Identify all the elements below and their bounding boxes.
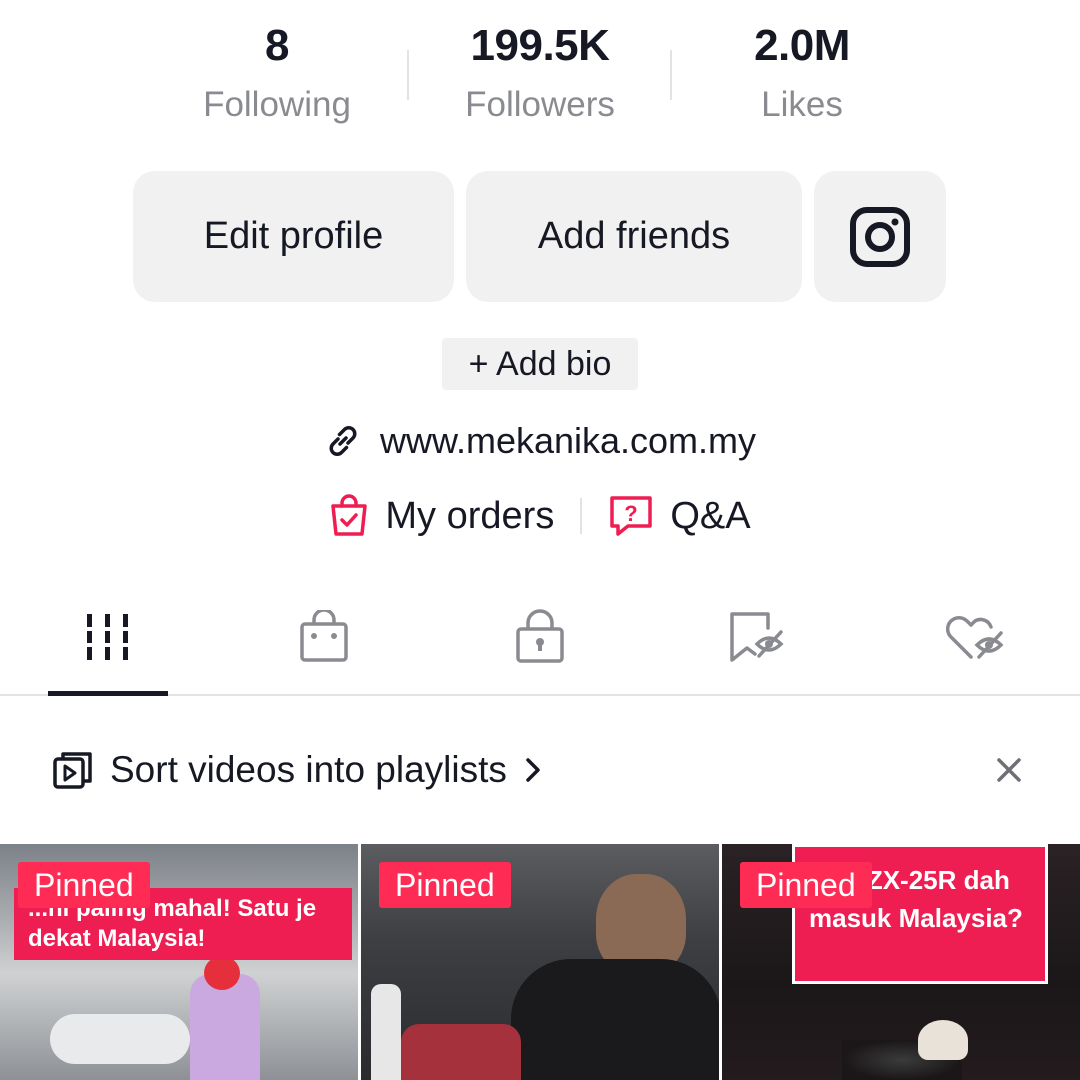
add-friends-label: Add friends: [537, 215, 731, 257]
pinned-badge: Pinned: [740, 862, 872, 908]
shopping-bag-check-icon: [331, 494, 368, 536]
car-shape: [50, 1014, 190, 1064]
stat-likes[interactable]: 2.0M Likes: [672, 18, 932, 130]
person-shape: [371, 984, 401, 1080]
following-label: Following: [203, 85, 351, 124]
car-shape: [401, 1024, 521, 1080]
shortcuts-row: My orders ? Q&A: [0, 486, 1080, 546]
shortcut-divider: [580, 498, 583, 534]
link-url: www.mekanika.com.my: [379, 420, 757, 461]
sort-playlists-link[interactable]: Sort videos into playlists: [52, 743, 543, 797]
shopping-bag-icon: [300, 610, 348, 662]
link-icon: [329, 426, 357, 456]
video-thumbnail[interactable]: Pinned: [361, 844, 719, 1080]
add-friends-button[interactable]: Add friends: [466, 171, 802, 302]
add-bio-button[interactable]: + Add bio: [442, 338, 638, 390]
stat-followers[interactable]: 199.5K Followers: [410, 18, 670, 130]
my-orders-link[interactable]: My orders: [329, 494, 554, 538]
profile-tabs: [0, 580, 1080, 696]
instagram-button[interactable]: [814, 171, 946, 302]
grid-icon: [87, 614, 128, 660]
stat-following[interactable]: 8 Following: [147, 18, 407, 130]
video-grid: Pinned ...ni paling mahal! Satu je dekat…: [0, 844, 1080, 1080]
close-icon[interactable]: [990, 751, 1028, 789]
video-thumbnail[interactable]: Pinned ...ni paling mahal! Satu je dekat…: [0, 844, 358, 1080]
qa-link[interactable]: ? Q&A: [608, 494, 751, 538]
person-head-shape: [918, 1020, 968, 1060]
add-bio-label: + Add bio: [468, 344, 612, 383]
tab-reposts[interactable]: [697, 580, 817, 694]
pinned-badge: Pinned: [379, 862, 511, 908]
lock-icon: [516, 609, 564, 663]
following-count: 8: [265, 21, 289, 70]
person-body-shape: [511, 959, 719, 1080]
playlist-banner: Sort videos into playlists: [0, 735, 1080, 805]
video-thumbnail[interactable]: saki ZX-25R dah masuk Malaysia? Pinned: [722, 844, 1080, 1080]
tab-videos[interactable]: [48, 580, 168, 694]
tab-liked[interactable]: [914, 580, 1034, 694]
bookmark-hidden-icon: [730, 612, 784, 662]
followers-count: 199.5K: [470, 21, 610, 70]
profile-link[interactable]: www.mekanika.com.my: [0, 412, 1080, 470]
svg-text:?: ?: [625, 501, 638, 526]
person-shape: [190, 974, 260, 1080]
chevron-right-icon: [526, 758, 540, 782]
stat-divider: [407, 50, 409, 100]
sort-playlists-label: Sort videos into playlists: [110, 749, 507, 790]
followers-label: Followers: [465, 85, 615, 124]
my-orders-label: My orders: [385, 494, 555, 537]
instagram-icon: [850, 206, 910, 267]
edit-profile-label: Edit profile: [203, 215, 384, 257]
tab-private[interactable]: [480, 580, 600, 694]
edit-profile-button[interactable]: Edit profile: [133, 171, 454, 302]
qa-label: Q&A: [670, 494, 751, 537]
person-head-shape: [204, 956, 240, 990]
playlist-icon: [53, 752, 92, 789]
heart-hidden-icon: [945, 615, 1004, 659]
likes-count: 2.0M: [754, 21, 850, 70]
likes-label: Likes: [761, 85, 843, 124]
profile-screen: 8 Following 199.5K Followers 2.0M Likes …: [0, 0, 1080, 1080]
active-tab-indicator: [48, 691, 168, 696]
pinned-badge: Pinned: [18, 862, 150, 908]
tab-shop[interactable]: [264, 580, 384, 694]
question-bubble-icon: ?: [610, 496, 653, 536]
